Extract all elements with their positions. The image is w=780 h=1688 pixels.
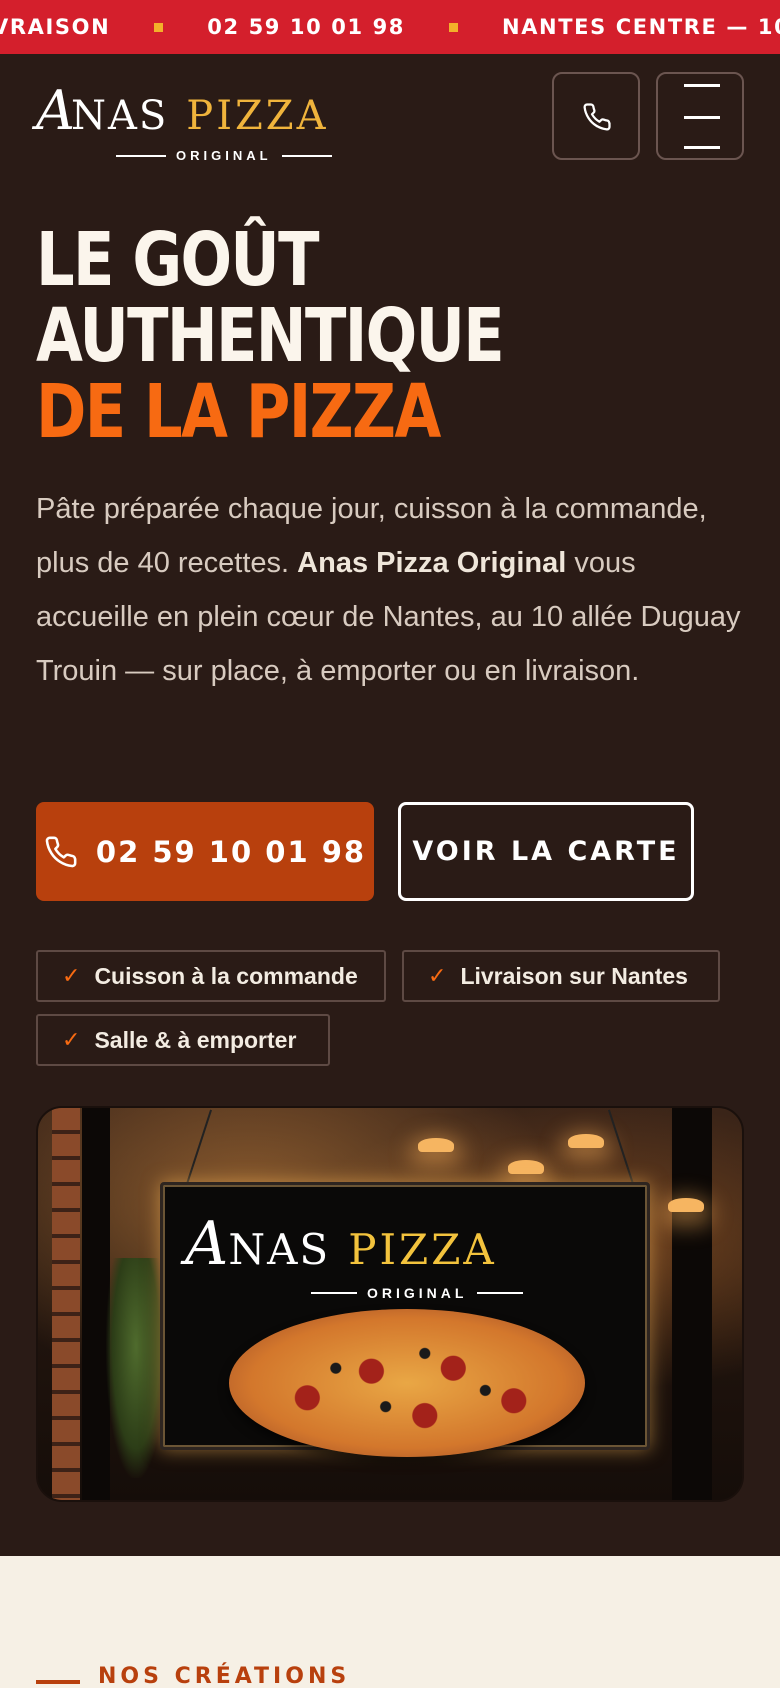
- sign-subtitle-text: ORIGINAL: [367, 1285, 468, 1301]
- hero-title-line-3: DE LA PIZZA: [36, 369, 441, 455]
- brick-wall: [52, 1108, 80, 1500]
- view-menu-button[interactable]: VOIR LA CARTE: [398, 802, 694, 901]
- call-phone-button[interactable]: 02 59 10 01 98: [36, 802, 374, 901]
- feature-label: Salle & à emporter: [94, 1026, 297, 1053]
- pizza-image: [229, 1309, 585, 1457]
- ceiling-lamp: [668, 1198, 704, 1212]
- site-header: A NAS PIZZA ORIGINAL: [0, 54, 780, 174]
- hamburger-menu-icon: [684, 84, 720, 87]
- hero-title-line-1: LE GOÛT: [36, 217, 319, 303]
- sign-logo-subtitle: ORIGINAL: [311, 1285, 524, 1301]
- sign-logo: A NAS PIZZA: [185, 1209, 497, 1279]
- logo-word-pizza: PIZZA: [186, 93, 329, 139]
- check-icon: ✓: [62, 963, 81, 988]
- feature-chip-delivery: ✓ Livraison sur Nantes: [402, 950, 720, 1002]
- sign-logo-script-letter: A: [185, 1209, 229, 1279]
- logo-rule-left: [116, 154, 166, 157]
- sign-rule-right: [477, 1292, 524, 1294]
- ceiling-lamp: [418, 1138, 454, 1152]
- hero-title: LE GOÛT AUTHENTIQUE DE LA PIZZA: [36, 222, 610, 450]
- hamburger-line: [684, 116, 720, 119]
- hamburger-menu-button[interactable]: [656, 72, 744, 160]
- call-button-label: 02 59 10 01 98: [95, 834, 367, 869]
- sign-logo-word-pizza: PIZZA: [348, 1225, 497, 1274]
- ceiling-lamp: [508, 1160, 544, 1174]
- ticker-item-address: NANTES CENTRE — 10 ALL: [502, 15, 780, 39]
- feature-label: Livraison sur Nantes: [460, 962, 688, 989]
- feature-label: Cuisson à la commande: [94, 962, 358, 989]
- hero-desc-brand: Anas Pizza Original: [297, 547, 567, 579]
- feature-chip-takeaway: ✓ Salle & à emporter: [36, 1014, 330, 1066]
- ticker-separator: [154, 22, 164, 32]
- hero-description: Pâte préparée chaque jour, cuisson à la …: [36, 482, 748, 698]
- phone-icon: [45, 836, 77, 867]
- sign-chain: [607, 1109, 635, 1185]
- sign-chain: [185, 1109, 213, 1185]
- header-call-button[interactable]: [552, 72, 640, 160]
- plant: [106, 1258, 166, 1478]
- section-label: NOS CRÉATIONS: [98, 1664, 351, 1688]
- section-accent-line: [36, 1680, 80, 1684]
- sign-board: A NAS PIZZA ORIGINAL: [160, 1182, 650, 1457]
- check-icon: ✓: [62, 1027, 81, 1052]
- hamburger-line: [684, 146, 720, 149]
- sign-rule-left: [311, 1292, 357, 1294]
- hero-title-line-2: AUTHENTIQUE: [36, 293, 505, 379]
- door-frame-right: [672, 1108, 712, 1500]
- phone-icon: [583, 103, 611, 131]
- ticker-item: VRAISON: [0, 15, 111, 39]
- ceiling-lamp: [568, 1134, 604, 1148]
- restaurant-sign-image: A NAS PIZZA ORIGINAL: [36, 1106, 744, 1502]
- view-menu-label: VOIR LA CARTE: [412, 836, 680, 867]
- check-icon: ✓: [428, 963, 447, 988]
- logo-script-letter: A: [36, 79, 75, 142]
- logo-rule-right: [281, 154, 332, 157]
- sign-logo-word-anas: NAS: [228, 1225, 331, 1274]
- feature-chip-cooking: ✓ Cuisson à la commande: [36, 950, 386, 1002]
- top-ticker-bar: VRAISON 02 59 10 01 98 NANTES CENTRE — 1…: [0, 0, 780, 54]
- logo-word-anas: NAS: [71, 93, 169, 139]
- logo-subtitle-text: ORIGINAL: [176, 148, 272, 163]
- site-logo[interactable]: A NAS PIZZA ORIGINAL: [36, 84, 396, 174]
- logo-subtitle: ORIGINAL: [116, 148, 332, 163]
- ticker-item-phone[interactable]: 02 59 10 01 98: [207, 15, 405, 39]
- ticker-separator: [449, 22, 459, 32]
